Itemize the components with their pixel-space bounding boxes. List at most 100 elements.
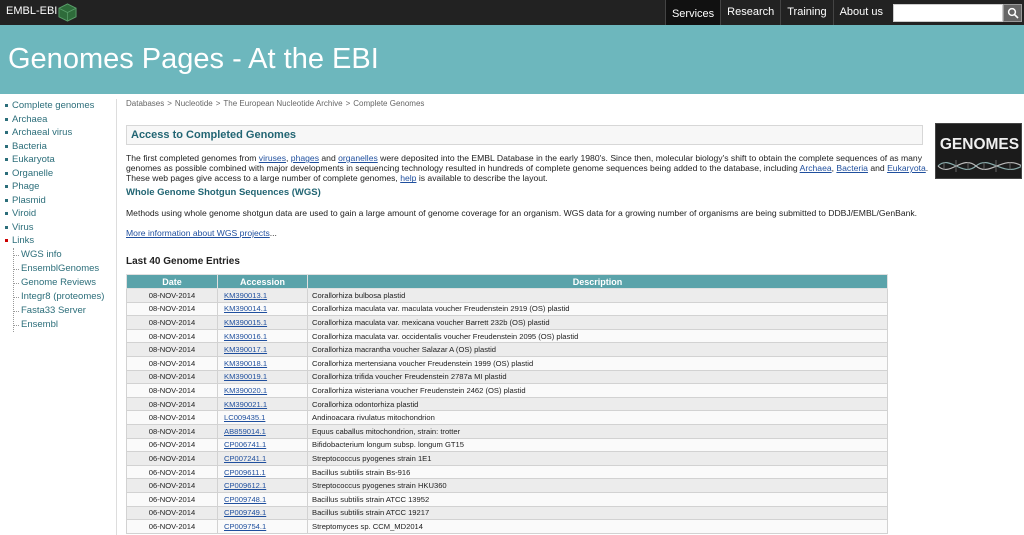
accession-link[interactable]: KM390021.1 [224,400,267,409]
link-bacteria[interactable]: Bacteria [836,163,868,173]
accession-link[interactable]: KM390020.1 [224,386,267,395]
genomes-banner-image: GENOMES [935,123,1022,179]
global-masthead: EMBL-EBI Services Research Training Abou… [0,0,1024,25]
cell-accession: KM390018.1 [217,355,308,371]
accession-link[interactable]: CP009748.1 [224,495,266,504]
cell-accession: KM390019.1 [217,369,308,385]
sidebar-subitem-wgs-info[interactable]: WGS info [14,248,116,262]
accession-link[interactable]: KM390017.1 [224,345,267,354]
link-organelles[interactable]: organelles [338,153,378,163]
cell-date: 08-NOV-2014 [126,342,218,357]
cell-description: Streptococcus pyogenes strain HKU360 [307,478,888,493]
accession-link[interactable]: CP009612.1 [224,481,266,490]
cell-date: 08-NOV-2014 [126,383,218,398]
cell-description: Andinoacara rivulatus mitochondrion [307,410,888,425]
last-entries-heading: Last 40 Genome Entries [126,256,240,267]
sidebar-subitem-ensembl[interactable]: Ensembl [14,318,116,332]
table-row: 06-NOV-2014 CP009611.1 Bacillus subtilis s… [126,464,888,480]
genome-entries-table: Date Accession Description 08-NOV-2014 KM… [126,274,888,534]
cell-description: Corallorhiza wisteriana voucher Freudens… [307,383,888,398]
table-row: 08-NOV-2014 KM390017.1 Corallorhiza macran… [126,342,888,357]
sidebar-item-organelle[interactable]: Organelle [0,167,116,181]
cell-accession: CP009612.1 [217,478,308,493]
sidebar-item-eukaryota[interactable]: Eukaryota [0,153,116,167]
table-row: 06-NOV-2014 CP009612.1 Streptococcus pyoge… [126,478,888,493]
sidebar-subitem-fasta33-server[interactable]: Fasta33 Server [14,304,116,318]
nav-about-us[interactable]: About us [832,0,889,25]
accession-link[interactable]: CP009754.1 [224,522,266,531]
nav-training[interactable]: Training [780,0,832,25]
sidebar-subitem-integr8[interactable]: Integr8 (proteomes) [14,290,116,304]
cell-date: 08-NOV-2014 [126,423,218,439]
nav-research[interactable]: Research [720,0,780,25]
wgs-heading: Whole Genome Shotgun Sequences (WGS) [126,187,321,198]
cell-date: 06-NOV-2014 [126,491,218,507]
sidebar-subitem-genome-reviews[interactable]: Genome Reviews [14,276,116,290]
embl-ebi-cube-icon[interactable] [58,3,77,22]
sidebar-item-archaeal-virus[interactable]: Archaeal virus [0,126,116,140]
cell-description: Streptococcus pyogenes strain 1E1 [307,451,888,466]
sidebar-item-phage[interactable]: Phage [0,180,116,194]
sidebar-subitem-ensemblgenomes[interactable]: EnsemblGenomes [14,262,116,276]
link-eukaryota[interactable]: Eukaryota [887,163,926,173]
cell-description: Corallorhiza maculata var. mexicana vouc… [307,315,888,330]
sidebar-item-bacteria[interactable]: Bacteria [0,140,116,154]
breadcrumb-item[interactable]: The European Nucleotide Archive [223,99,342,108]
accession-link[interactable]: KM390013.1 [224,291,267,300]
column-header-description: Description [307,274,888,289]
intro-paragraph: The first completed genomes from viruses… [126,153,929,184]
accession-link[interactable]: AB859014.1 [224,427,266,436]
cell-accession: KM390013.1 [217,288,308,303]
link-more-wgs-info[interactable]: More information about WGS projects [126,228,270,238]
cell-date: 06-NOV-2014 [126,519,218,534]
sidebar-item-virus[interactable]: Virus [0,221,116,235]
section-title: Access to Completed Genomes [131,129,297,141]
bullet-icon [5,198,8,202]
cell-description: Bifidobacterium longum subsp. longum GT1… [307,437,888,453]
table-row: 08-NOV-2014 KM390014.1 Corallorhiza macula… [126,301,888,317]
table-row: 08-NOV-2014 KM390015.1 Corallorhiza macula… [126,315,888,330]
link-help[interactable]: help [400,173,416,183]
sidebar-item-archaea[interactable]: Archaea [0,113,116,127]
nav-services[interactable]: Services [664,0,721,25]
sidebar-item-complete-genomes[interactable]: Complete genomes [0,99,116,113]
accession-link[interactable]: CP007241.1 [224,454,266,463]
cell-description: Corallorhiza bulbosa plastid [307,288,888,303]
accession-link[interactable]: KM390018.1 [224,359,267,368]
bullet-icon [5,104,8,107]
link-viruses[interactable]: viruses [259,153,286,163]
table-row: 08-NOV-2014 KM390016.1 Corallorhiza macula… [126,328,888,344]
accession-link[interactable]: CP009611.1 [224,468,266,477]
cell-description: Corallorhiza maculata var. occidentalis … [307,328,888,344]
column-header-date: Date [126,274,218,289]
table-row: 08-NOV-2014 AB859014.1 Equus caballus mito… [126,423,888,439]
cell-date: 06-NOV-2014 [126,478,218,493]
accession-link[interactable]: KM390016.1 [224,332,267,341]
sidebar-item-viroid[interactable]: Viroid [0,207,116,221]
accession-link[interactable]: LC009435.1 [224,413,265,422]
link-archaea[interactable]: Archaea [800,163,832,173]
cell-date: 08-NOV-2014 [126,355,218,371]
embl-ebi-logo-text[interactable]: EMBL-EBI [6,5,57,17]
accession-link[interactable]: KM390014.1 [224,304,267,313]
bullet-icon [5,239,8,242]
global-search-button[interactable] [1003,4,1022,22]
accession-link[interactable]: CP006741.1 [224,440,266,449]
bullet-icon [5,144,8,148]
more-info-line: More information about WGS projects... [126,228,277,238]
breadcrumb-item[interactable]: Nucleotide [175,99,213,108]
search-icon [1007,7,1019,19]
bullet-icon [5,117,8,121]
accession-link[interactable]: KM390019.1 [224,372,267,381]
sidebar-item-links[interactable]: Links [0,234,116,248]
accession-link[interactable]: CP009749.1 [224,508,266,517]
sidebar-item-plasmid[interactable]: Plasmid [0,194,116,208]
cell-description: Corallorhiza odontorhiza plastid [307,396,888,412]
global-search-input[interactable] [893,4,1003,22]
breadcrumb-item[interactable]: Databases [126,99,164,108]
cell-date: 08-NOV-2014 [126,288,218,303]
link-phages[interactable]: phages [291,153,319,163]
cell-accession: LC009435.1 [217,410,308,425]
accession-link[interactable]: KM390015.1 [224,318,267,327]
global-nav: Services Research Training About us [664,0,889,25]
